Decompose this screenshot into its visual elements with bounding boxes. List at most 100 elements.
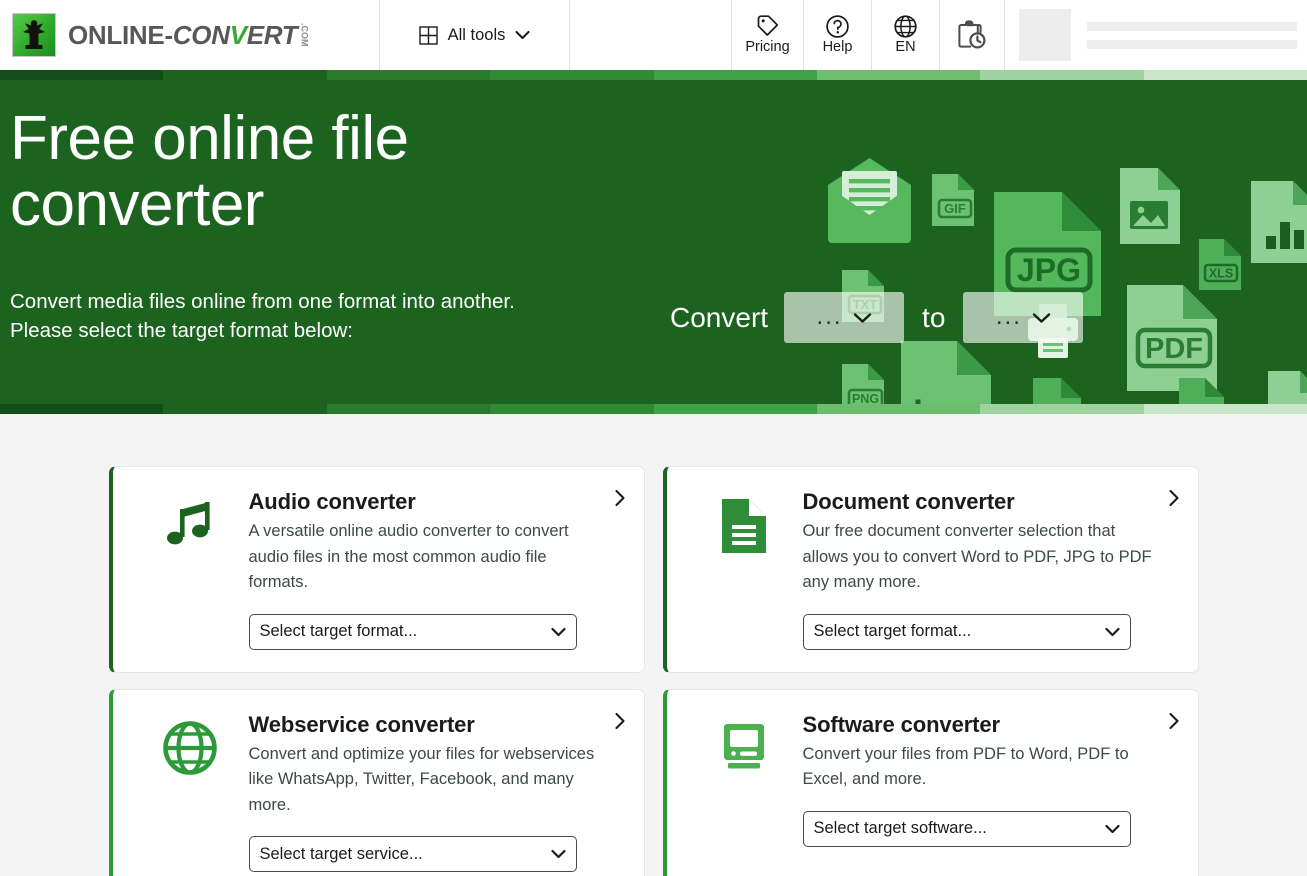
header-spacer <box>570 0 732 70</box>
language-switcher[interactable]: EN <box>872 0 940 70</box>
hero-stripe <box>490 404 654 414</box>
hero-stripe <box>163 70 327 80</box>
hero-stripes-top <box>0 70 1307 80</box>
software-target-software-select[interactable]: Select target software... <box>802 810 1131 847</box>
card-title: Audio converter <box>248 489 416 514</box>
logo-dotcom: .COM <box>299 23 310 47</box>
skeleton-line <box>1087 21 1297 31</box>
all-tools-menu[interactable]: All tools <box>380 0 570 70</box>
hero-stripe <box>326 70 491 80</box>
chevron-right-icon[interactable] <box>614 712 626 730</box>
select-value: Select target format... <box>259 622 418 641</box>
select-value: Select target format... <box>813 622 972 641</box>
logo-mark-icon <box>12 13 56 57</box>
grid-icon <box>418 25 438 45</box>
card-description: A versatile online audio converter to co… <box>248 522 569 592</box>
page-title: Free online file converter <box>10 104 650 240</box>
card-document-body: Document converter Our free document con… <box>802 489 1174 650</box>
chevron-down-icon <box>550 627 566 637</box>
webservice-target-service-select[interactable]: Select target service... <box>248 836 577 873</box>
converter-cards-grid: Audio converter A versatile online audio… <box>108 466 1199 876</box>
pricing-label: Pricing <box>745 39 790 56</box>
price-tag-icon <box>755 14 780 39</box>
hero-stripe <box>980 70 1144 80</box>
hero-convert-widget: Convert ... to ... <box>670 292 1084 343</box>
hero-stripe <box>326 404 491 414</box>
document-icon <box>689 489 799 650</box>
hero-stripe <box>653 70 817 80</box>
to-label: to <box>922 301 946 333</box>
chevron-down-icon <box>1032 312 1051 324</box>
card-title: Webservice converter <box>248 711 475 737</box>
hero-stripe <box>816 70 981 80</box>
logo-wordmark: ONLINE - CON V ERT .COM <box>68 20 310 50</box>
recent-files-button[interactable] <box>940 0 1005 70</box>
card-software-converter[interactable]: Software converter Convert your files fr… <box>662 688 1199 876</box>
logo-v: V <box>229 20 247 50</box>
loading-placeholder <box>1005 0 1307 70</box>
hero-stripe <box>980 404 1144 414</box>
card-description: Convert your files from PDF to Word, PDF… <box>802 744 1129 789</box>
card-document-converter[interactable]: Document converter Our free document con… <box>662 466 1199 673</box>
card-description: Convert and optimize your files for webs… <box>248 744 595 814</box>
hero-stripe <box>1143 70 1307 80</box>
card-audio-body: Audio converter A versatile online audio… <box>248 489 620 650</box>
target-format-select[interactable]: ... <box>963 292 1084 343</box>
help-label: Help <box>822 39 853 56</box>
clipboard-clock-icon <box>955 18 989 52</box>
chevron-right-icon[interactable] <box>1168 489 1180 507</box>
chevron-down-icon <box>1104 824 1120 834</box>
hero-stripe <box>653 404 817 414</box>
converter-cards-section: Audio converter A versatile online audio… <box>0 414 1307 876</box>
hero-stripes-bottom <box>0 404 1307 414</box>
file-badge-growth-icon <box>898 338 994 414</box>
hero-stripe <box>163 404 327 414</box>
audio-target-format-select[interactable]: Select target format... <box>248 613 577 650</box>
logo-dash: - <box>164 20 173 50</box>
hero-banner: GIF JPG XLS PDF PNG Free online file con… <box>0 70 1307 414</box>
site-header: ONLINE - CON V ERT .COM All tools Pricing <box>0 0 1307 70</box>
skeleton-thumbnail <box>1019 9 1071 61</box>
skeleton-line <box>1087 39 1297 49</box>
help-link[interactable]: Help <box>804 0 872 70</box>
logo-con: CON <box>172 20 230 50</box>
hero-content: Free online file converter Convert media… <box>0 70 1307 346</box>
card-audio-converter[interactable]: Audio converter A versatile online audio… <box>108 466 645 673</box>
convert-label: Convert <box>670 301 769 333</box>
card-title: Software converter <box>802 711 1001 737</box>
computer-icon <box>689 712 799 873</box>
logo[interactable]: ONLINE - CON V ERT .COM <box>0 0 380 70</box>
source-format-select[interactable]: ... <box>784 292 905 343</box>
logo-ert: ERT <box>246 20 298 50</box>
hero-sub-line2: Please select the target format below: <box>10 319 353 343</box>
card-webservice-body: Webservice converter Convert and optimiz… <box>248 711 620 873</box>
chevron-down-icon <box>515 30 530 40</box>
chevron-right-icon[interactable] <box>1168 712 1180 730</box>
chevron-down-icon <box>550 849 566 859</box>
pricing-link[interactable]: Pricing <box>732 0 804 70</box>
language-label: EN <box>895 39 916 56</box>
all-tools-label: All tools <box>447 25 506 44</box>
globe-icon <box>893 14 918 39</box>
hero-stripe <box>0 404 164 414</box>
hero-stripe <box>490 70 654 80</box>
hero-sub-line1: Convert media files online from one form… <box>10 289 515 313</box>
card-webservice-converter[interactable]: Webservice converter Convert and optimiz… <box>108 688 645 876</box>
hero-stripe <box>1143 404 1307 414</box>
card-software-body: Software converter Convert your files fr… <box>802 711 1174 873</box>
document-target-format-select[interactable]: Select target format... <box>802 613 1131 650</box>
hero-stripe <box>0 70 164 80</box>
skeleton-lines <box>1087 21 1307 49</box>
card-description: Our free document converter selection th… <box>802 522 1152 592</box>
music-note-icon <box>135 489 245 650</box>
select-value: Select target service... <box>259 844 423 863</box>
hero-stripe <box>816 404 981 414</box>
question-circle-icon <box>825 14 850 39</box>
source-format-value: ... <box>816 303 843 331</box>
select-value: Select target software... <box>813 819 987 838</box>
card-title: Document converter <box>802 489 1015 514</box>
hero-subtitle: Convert media files online from one form… <box>10 287 1307 346</box>
hero-title-line2: converter <box>10 170 264 240</box>
chevron-right-icon[interactable] <box>614 489 626 507</box>
hero-title-line1: Free online file <box>10 104 409 173</box>
